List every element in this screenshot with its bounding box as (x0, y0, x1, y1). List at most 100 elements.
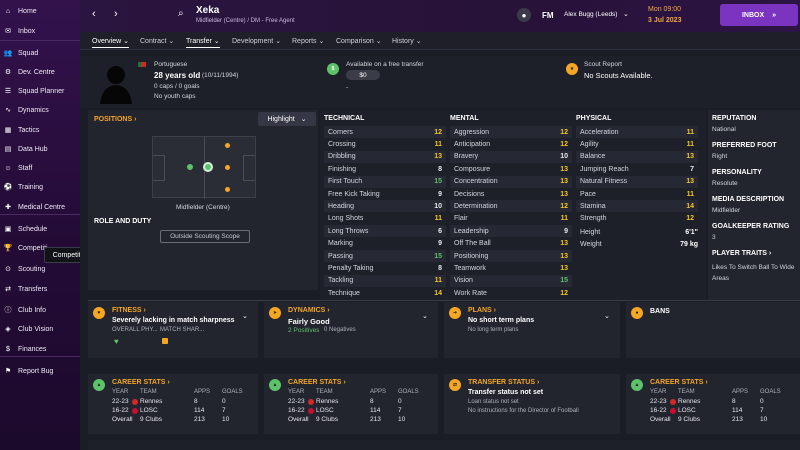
attribute-technique[interactable]: Technique 14 (328, 287, 442, 299)
attribute-pace[interactable]: Pace 11 (580, 188, 694, 200)
sidebar-item-data-hub[interactable]: ▤ Data Hub (0, 140, 80, 158)
attribute-long-shots[interactable]: Long Shots 11 (328, 213, 442, 225)
sidebar-item-squad[interactable]: 👥 Squad (0, 44, 80, 62)
tab-transfer[interactable]: Transfer ⌄ (186, 37, 220, 48)
attribute-penalty-taking[interactable]: Penalty Taking 8 (328, 262, 442, 274)
sidebar-item-label: Medical Centre (18, 203, 66, 211)
attribute-value: 11 (560, 215, 568, 223)
sidebar-item-dynamics[interactable]: ∿ Dynamics (0, 101, 80, 119)
dynamics-title[interactable]: DYNAMICS › (288, 307, 330, 314)
attribute-tackling[interactable]: Tackling 11 (328, 275, 442, 287)
career-stats-title[interactable]: CAREER STATS › (112, 379, 170, 386)
attribute-first-touch[interactable]: First Touch 15 (328, 176, 442, 188)
attribute-jumping-reach[interactable]: Jumping Reach 7 (580, 163, 694, 175)
career-stats-title[interactable]: CAREER STATS › (650, 379, 708, 386)
attribute-balance[interactable]: Balance 13 (580, 151, 694, 163)
attribute-positioning[interactable]: Positioning 13 (454, 250, 568, 262)
attribute-long-throws[interactable]: Long Throws 6 (328, 225, 442, 237)
career-stats-title[interactable]: CAREER STATS › (288, 379, 346, 386)
attribute-concentration[interactable]: Concentration 13 (454, 176, 568, 188)
forward-arrow-icon[interactable]: › (114, 8, 118, 20)
sidebar-item-transfers[interactable]: ⇄ Transfers (0, 280, 80, 298)
attribute-composure[interactable]: Composure 13 (454, 163, 568, 175)
outside-scouting-scope-button[interactable]: Outside Scouting Scope (160, 230, 250, 243)
attribute-value: 13 (686, 153, 694, 161)
user-manager[interactable]: Alex Bugg (Leeds) (564, 11, 617, 18)
player-traits-label[interactable]: PLAYER TRAITS › (712, 250, 771, 257)
attribute-leadership[interactable]: Leadership 9 (454, 225, 568, 237)
attribute-decisions[interactable]: Decisions 13 (454, 188, 568, 200)
attribute-agility[interactable]: Agility 11 (580, 138, 694, 150)
career-team[interactable]: LOSC (678, 407, 696, 414)
tab-contract[interactable]: Contract ⌄ (140, 37, 174, 45)
player-traits-value: Likes To Switch Ball To Wide Areas (712, 264, 795, 282)
career-team[interactable]: 9 Clubs (140, 416, 162, 423)
sidebar-item-staff[interactable]: ☺ Staff (0, 159, 80, 177)
sidebar-item-squad-planner[interactable]: ☰ Squad Planner (0, 82, 80, 100)
attribute-acceleration[interactable]: Acceleration 11 (580, 126, 694, 138)
career-team[interactable]: Rennes (140, 398, 162, 405)
attribute-off-the-ball[interactable]: Off The Ball 13 (454, 238, 568, 250)
chevron-down-icon[interactable]: ⌄ (242, 312, 248, 320)
attribute-anticipation[interactable]: Anticipation 12 (454, 138, 568, 150)
attribute-corners[interactable]: Corners 12 (328, 126, 442, 138)
height-label: Height (580, 228, 601, 236)
sidebar-item-label: Club Info (18, 306, 47, 314)
attribute-crossing[interactable]: Crossing 11 (328, 138, 442, 150)
attribute-teamwork[interactable]: Teamwork 13 (454, 262, 568, 274)
back-arrow-icon[interactable]: ‹ (92, 8, 96, 20)
media-description-value: Midfielder (712, 207, 741, 214)
career-team[interactable]: 9 Clubs (678, 416, 700, 423)
career-year: Overall (112, 416, 133, 423)
career-team[interactable]: 9 Clubs (316, 416, 338, 423)
career-team[interactable]: Rennes (678, 398, 700, 405)
positions-title[interactable]: POSITIONS › (94, 116, 136, 123)
fitness-title[interactable]: FITNESS › (112, 307, 146, 314)
sidebar-item-club-vision[interactable]: ◈ Club Vision (0, 320, 80, 338)
tab-overview[interactable]: Overview ⌄ (92, 37, 129, 48)
reputation-label: REPUTATION (712, 115, 757, 122)
attribute-natural-fitness[interactable]: Natural Fitness 13 (580, 176, 694, 188)
attribute-finishing[interactable]: Finishing 8 (328, 163, 442, 175)
attribute-stamina[interactable]: Stamina 14 (580, 200, 694, 212)
sidebar-item-report-bug[interactable]: ⚑ Report Bug (0, 362, 80, 380)
personality-value: Resolute (712, 180, 738, 187)
attribute-marking[interactable]: Marking 9 (328, 238, 442, 250)
attribute-aggression[interactable]: Aggression 12 (454, 126, 568, 138)
chevron-down-icon[interactable]: ⌄ (422, 312, 428, 320)
data-hub-icon: ▤ (4, 146, 12, 153)
sidebar-item-tactics[interactable]: ▦ Tactics (0, 121, 80, 139)
attribute-strength[interactable]: Strength 12 (580, 213, 694, 225)
inbox-button[interactable]: INBOX » (720, 4, 798, 26)
attribute-passing[interactable]: Passing 15 (328, 250, 442, 262)
attribute-work-rate[interactable]: Work Rate 12 (454, 287, 568, 299)
highlight-dropdown[interactable]: Highlight ⌄ (258, 112, 316, 126)
sidebar-item-training[interactable]: ⚽ Training (0, 178, 80, 196)
attribute-determination[interactable]: Determination 12 (454, 200, 568, 212)
club-badge-icon[interactable]: ● (517, 8, 531, 22)
sidebar-item-inbox[interactable]: ✉ Inbox (0, 22, 80, 40)
sidebar-item-schedule[interactable]: ▣ Schedule (0, 220, 80, 238)
search-icon[interactable]: ⌕ (178, 8, 190, 20)
sidebar-item-club-info[interactable]: ⓘ Club Info (0, 301, 80, 319)
plans-title[interactable]: PLANS › (468, 307, 496, 314)
attribute-name: Determination (454, 202, 498, 210)
tab-reports[interactable]: Reports ⌄ (292, 37, 324, 45)
sidebar-item-home[interactable]: ⌂ Home (0, 2, 80, 20)
transfer-status-title[interactable]: TRANSFER STATUS › (468, 379, 539, 386)
chevron-down-icon[interactable]: ⌄ (623, 10, 629, 18)
attribute-vision[interactable]: Vision 15 (454, 275, 568, 287)
attribute-free-kick-taking[interactable]: Free Kick Taking 9 (328, 188, 442, 200)
sidebar-item-dev-centre[interactable]: ⚙ Dev. Centre (0, 63, 80, 81)
attribute-heading[interactable]: Heading 10 (328, 200, 442, 212)
tab-comparison[interactable]: Comparison ⌄ (336, 37, 382, 45)
tab-development[interactable]: Development ⌄ (232, 37, 281, 45)
attribute-bravery[interactable]: Bravery 10 (454, 151, 568, 163)
career-team[interactable]: Rennes (316, 398, 338, 405)
career-team[interactable]: LOSC (140, 407, 158, 414)
career-team[interactable]: LOSC (316, 407, 334, 414)
chevron-down-icon[interactable]: ⌄ (604, 312, 610, 320)
tab-history[interactable]: History ⌄ (392, 37, 422, 45)
attribute-flair[interactable]: Flair 11 (454, 213, 568, 225)
attribute-dribbling[interactable]: Dribbling 13 (328, 151, 442, 163)
